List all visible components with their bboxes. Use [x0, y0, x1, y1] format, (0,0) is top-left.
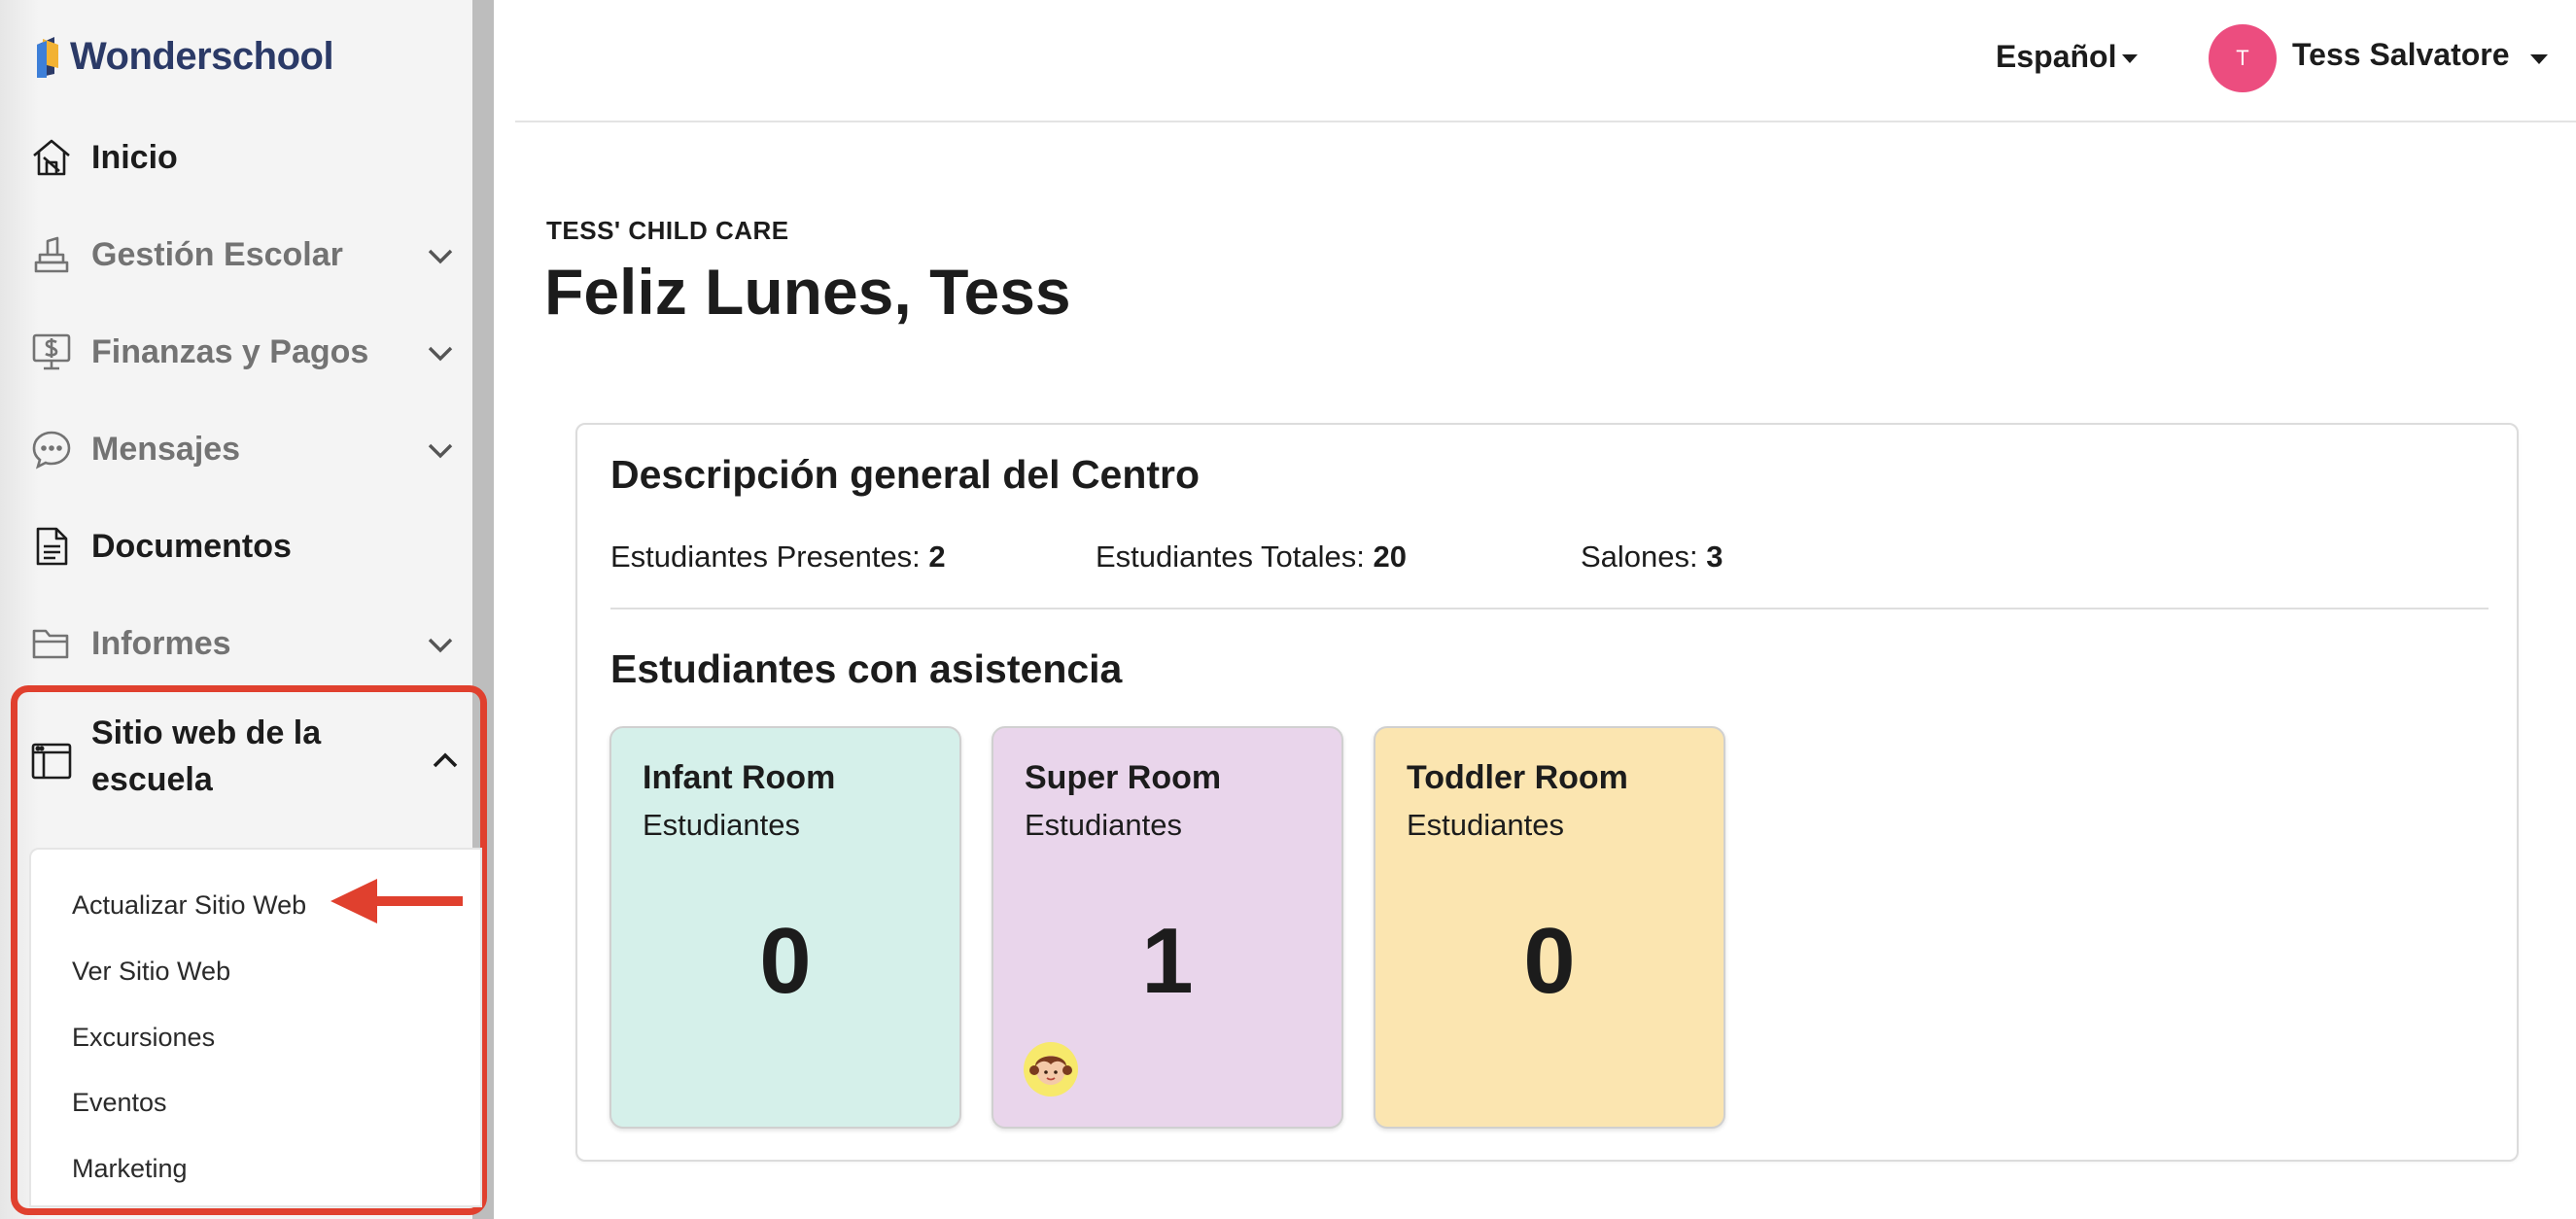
home-icon	[29, 135, 74, 180]
sidebar-item-sitio-web[interactable]: Sitio web de la escuela	[29, 710, 462, 817]
room-card-super[interactable]: Super Room Estudiantes 1	[992, 726, 1343, 1129]
room-count: 1	[1141, 909, 1194, 1013]
stat-rooms: Salones: 3	[1581, 540, 1723, 575]
sidebar-item-inicio[interactable]: Inicio	[29, 126, 457, 189]
website-icon	[29, 739, 74, 784]
sidebar-item-label: Informes	[91, 624, 231, 662]
finance-icon	[29, 330, 74, 374]
sidebar-item-mensajes[interactable]: Mensajes	[29, 418, 457, 480]
user-menu-caret-icon[interactable]	[2530, 54, 2548, 64]
center-overview-card: Descripción general del Centro Estudiant…	[575, 423, 2519, 1162]
overview-title: Descripción general del Centro	[610, 452, 1201, 497]
sidebar-item-label: Mensajes	[91, 430, 241, 468]
room-name: Toddler Room	[1407, 759, 1628, 796]
center-name: TESS' CHILD CARE	[546, 216, 789, 245]
submenu-item-ver-sitio-web[interactable]: Ver Sitio Web	[72, 957, 230, 987]
stat-value: 2	[928, 540, 946, 574]
room-count: 0	[1523, 909, 1576, 1013]
language-label: Español	[1996, 39, 2117, 74]
stat-value: 20	[1373, 540, 1407, 574]
documents-icon	[29, 524, 74, 569]
sidebar-item-label: Documentos	[91, 527, 292, 565]
sidebar: Wonderschool Inicio Gestión Escolar Fina…	[0, 0, 494, 1219]
room-subtitle: Estudiantes	[1025, 808, 1182, 842]
sidebar-item-label: Finanzas y Pagos	[91, 332, 369, 370]
sidebar-item-gestion-escolar[interactable]: Gestión Escolar	[29, 224, 457, 286]
sidebar-item-label: Sitio web de la escuela	[91, 714, 322, 798]
room-subtitle: Estudiantes	[1407, 808, 1564, 842]
chevron-down-icon[interactable]	[424, 336, 457, 369]
chevron-down-icon[interactable]	[424, 434, 457, 467]
stat-students-total: Estudiantes Totales: 20	[1096, 540, 1407, 575]
school-management-icon	[29, 232, 74, 277]
sidebar-item-label: Inicio	[91, 138, 178, 176]
logo-text: Wonderschool	[70, 34, 334, 78]
chevron-down-icon[interactable]	[424, 628, 457, 661]
reports-folder-icon	[29, 621, 74, 666]
red-arrow-annotation-icon	[331, 879, 463, 923]
chevron-up-icon[interactable]	[429, 745, 462, 778]
stat-label: Estudiantes Presentes:	[610, 540, 921, 574]
top-bar: Español T Tess Salvatore	[515, 0, 2576, 122]
student-avatar-icon[interactable]	[1023, 1041, 1079, 1097]
page-title: Feliz Lunes, Tess	[544, 256, 1071, 328]
wonderschool-logo[interactable]: Wonderschool	[33, 31, 334, 82]
submenu-item-excursiones[interactable]: Excursiones	[72, 1023, 215, 1053]
sidebar-item-documentos[interactable]: Documentos	[29, 515, 457, 577]
room-name: Infant Room	[643, 759, 836, 796]
divider	[610, 608, 2489, 610]
room-card-toddler[interactable]: Toddler Room Estudiantes 0	[1374, 726, 1725, 1129]
submenu-item-eventos[interactable]: Eventos	[72, 1088, 167, 1118]
stat-label: Salones:	[1581, 540, 1698, 574]
room-subtitle: Estudiantes	[643, 808, 800, 842]
sidebar-item-informes[interactable]: Informes	[29, 612, 457, 675]
chevron-down-icon[interactable]	[424, 239, 457, 272]
submenu-item-marketing[interactable]: Marketing	[72, 1154, 188, 1184]
sidebar-item-finanzas[interactable]: Finanzas y Pagos	[29, 321, 457, 383]
room-name: Super Room	[1025, 759, 1222, 796]
avatar[interactable]: T	[2209, 24, 2277, 92]
stat-students-present: Estudiantes Presentes: 2	[610, 540, 946, 575]
user-name[interactable]: Tess Salvatore	[2292, 37, 2510, 73]
submenu-item-actualizar-sitio-web[interactable]: Actualizar Sitio Web	[72, 890, 306, 921]
room-count: 0	[759, 909, 812, 1013]
language-selector[interactable]: Español	[1996, 39, 2139, 75]
stat-label: Estudiantes Totales:	[1096, 540, 1365, 574]
attendance-title: Estudiantes con asistencia	[610, 646, 1123, 691]
caret-down-icon	[2122, 54, 2139, 63]
stat-value: 3	[1706, 540, 1723, 574]
logo-mark-icon	[37, 37, 58, 78]
messages-icon	[29, 427, 74, 471]
room-card-infant[interactable]: Infant Room Estudiantes 0	[609, 726, 961, 1129]
sidebar-item-label: Gestión Escolar	[91, 235, 343, 273]
